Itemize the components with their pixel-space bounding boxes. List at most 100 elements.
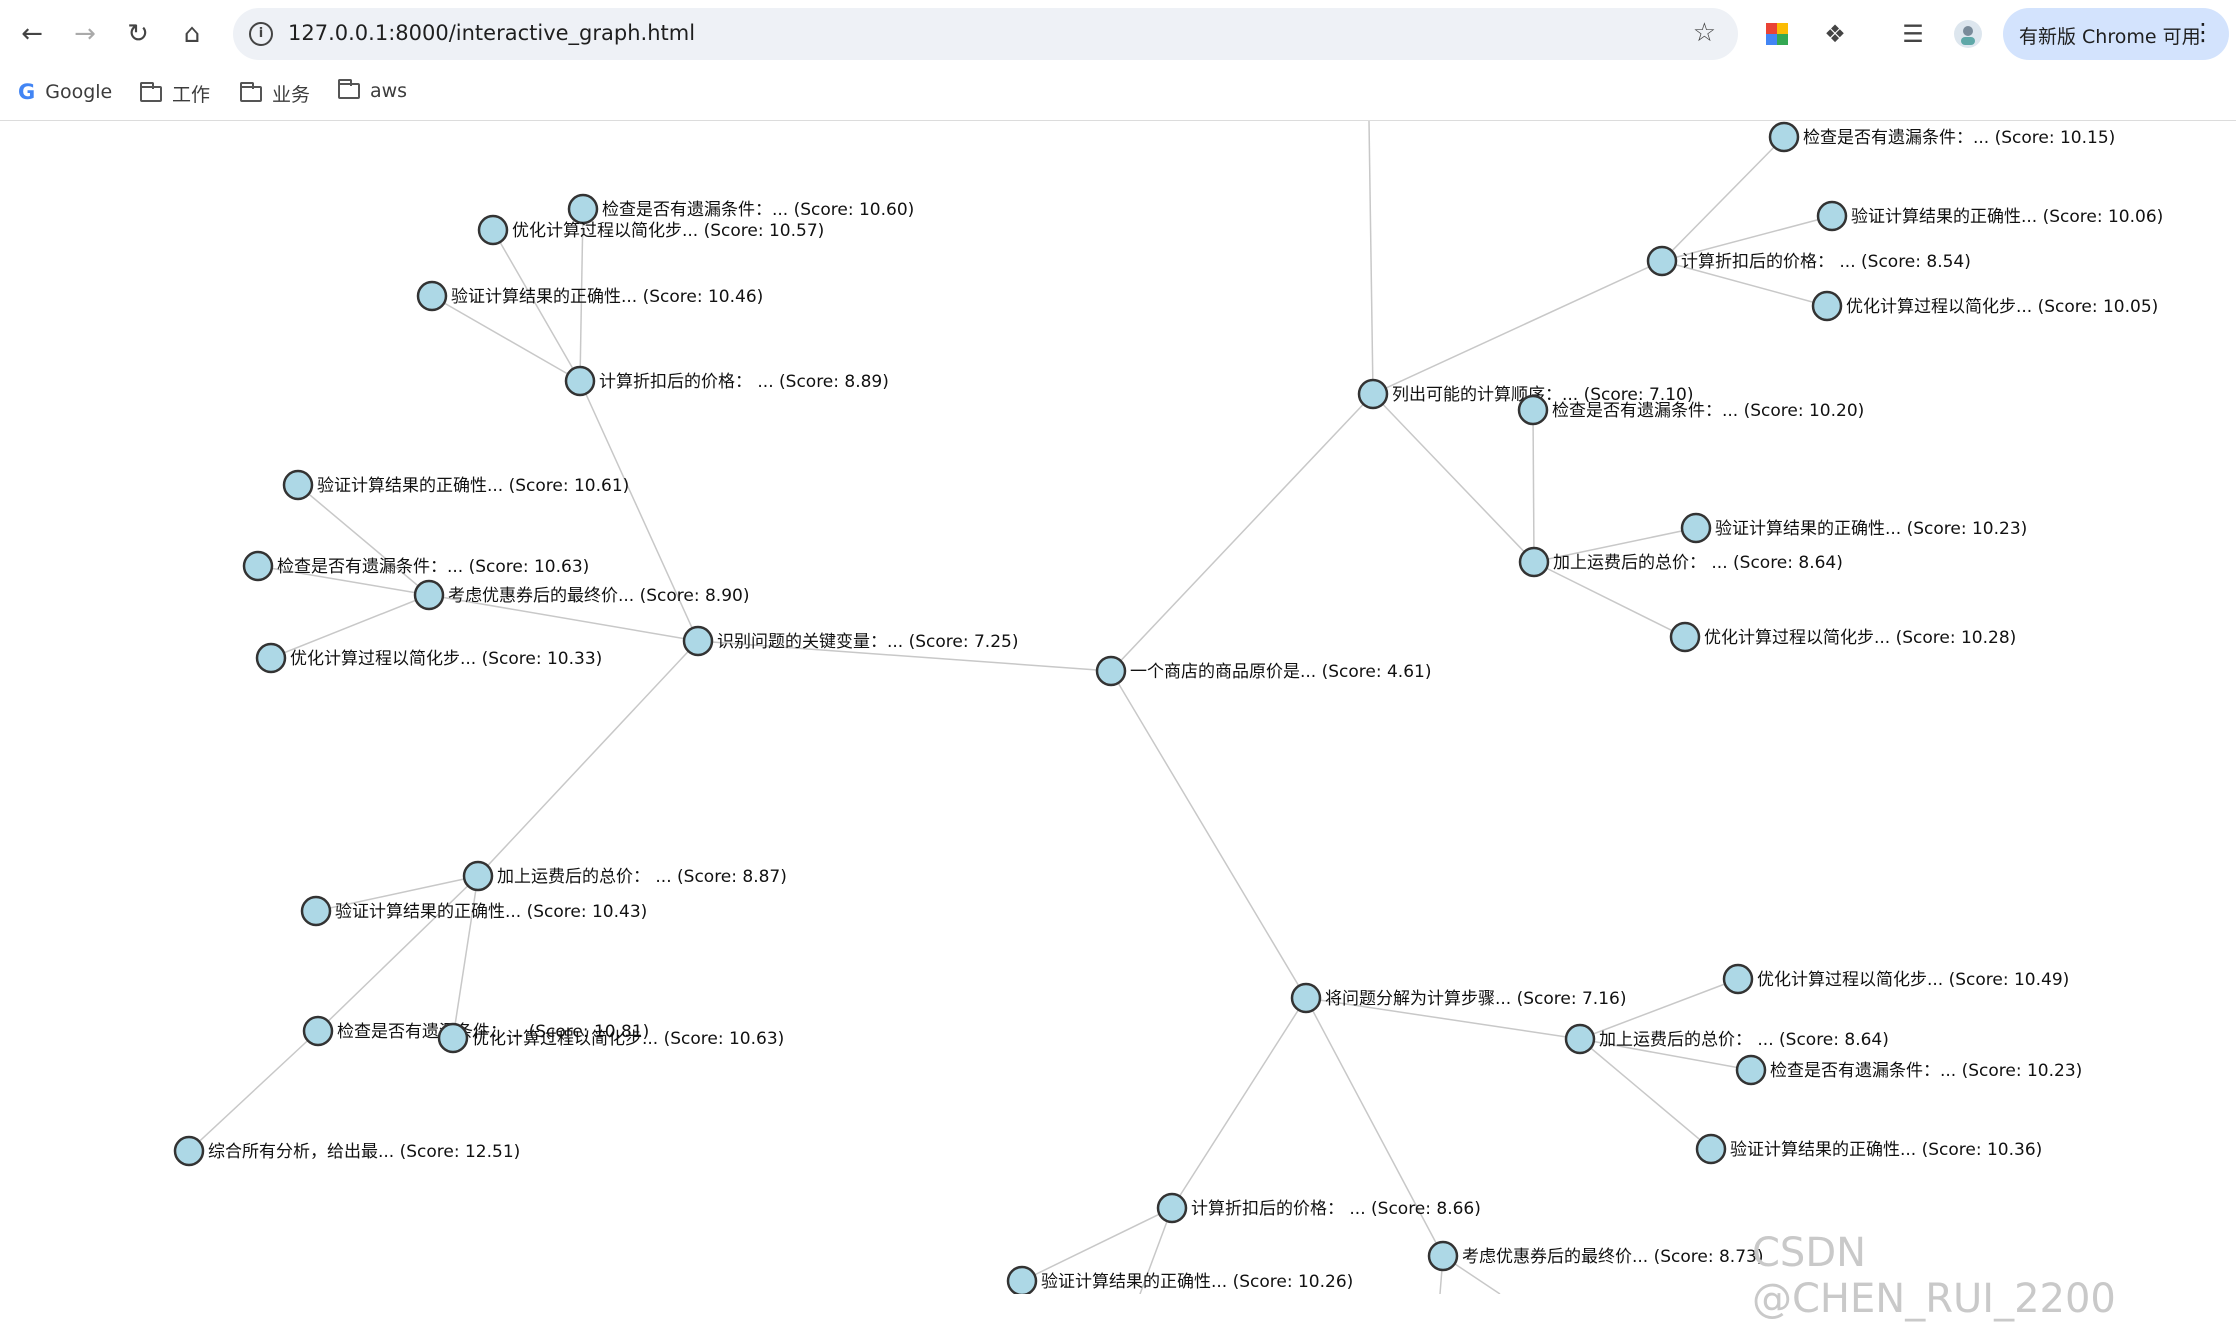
graph-node-label: 验证计算结果的正确性... (Score: 10.43) (335, 902, 647, 922)
reload-icon[interactable]: ↻ (118, 14, 158, 54)
graph-node-circle[interactable] (1811, 290, 1843, 322)
graph-node-label: 将问题分解为计算步骤... (Score: 7.16) (1325, 989, 1626, 1009)
bookmarks-bar: G Google 工作 业务 aws (0, 68, 2236, 121)
graph-node-circle[interactable] (413, 579, 445, 611)
folder-icon (338, 79, 360, 99)
address-bar[interactable]: i 127.0.0.1:8000/interactive_graph.html … (233, 8, 1738, 60)
bookmark-google[interactable]: G Google (18, 80, 112, 104)
home-icon[interactable]: ⌂ (172, 14, 212, 54)
graph-node-circle[interactable] (1517, 394, 1549, 426)
media-control-icon[interactable]: ☰ (1893, 14, 1933, 54)
graph-node[interactable]: 优化计算过程以简化步... (Score: 10.05) (1811, 290, 2158, 322)
graph-node[interactable]: 考虑优惠券后的最终价... (Score: 8.73) (1427, 1240, 1763, 1272)
graph-edge (1110, 393, 1374, 672)
graph-node[interactable]: 验证计算结果的正确性... (Score: 10.46) (416, 280, 763, 312)
graph-node-circle[interactable] (567, 193, 599, 225)
graph-node-circle[interactable] (416, 280, 448, 312)
extensions-puzzle-icon[interactable]: ❖ (1815, 14, 1855, 54)
graph-node-label: 检查是否有遗漏条件：... (Score: 10.60) (602, 200, 914, 220)
graph-node-circle[interactable] (1427, 1240, 1459, 1272)
graph-node-label: 检查是否有遗漏条件：... (Score: 10.23) (1770, 1061, 2082, 1081)
graph-node[interactable]: 识别问题的关键变量：... (Score: 7.25) (682, 625, 1018, 657)
back-icon[interactable]: ← (12, 14, 52, 54)
bookmark-folder-business[interactable]: 业务 (240, 80, 310, 107)
bookmark-star-icon[interactable]: ☆ (1693, 18, 1716, 48)
profile-avatar[interactable] (1948, 14, 1988, 54)
graph-node[interactable]: 加上运费后的总价： ... (Score: 8.87) (462, 860, 787, 892)
graph-node-circle[interactable] (1722, 963, 1754, 995)
graph-node-circle[interactable] (1695, 1133, 1727, 1165)
graph-edge (477, 640, 699, 877)
graph-node[interactable]: 优化计算过程以简化步... (Score: 10.33) (255, 642, 602, 674)
extension-colorful-icon[interactable] (1757, 14, 1797, 54)
graph-node-circle[interactable] (1564, 1023, 1596, 1055)
url-text[interactable]: 127.0.0.1:8000/interactive_graph.html (288, 21, 695, 45)
graph-node-label: 考虑优惠券后的最终价... (Score: 8.73) (1462, 1247, 1763, 1267)
graph-node-label: 综合所有分析，给出最... (Score: 12.51) (208, 1142, 520, 1162)
forward-icon[interactable]: → (65, 14, 105, 54)
graph-node[interactable]: 一个商店的商品原价是... (Score: 4.61) (1095, 655, 1431, 687)
graph-node[interactable]: 验证计算结果的正确性... (Score: 10.26) (1006, 1265, 1353, 1294)
graph-node-circle[interactable] (437, 1022, 469, 1054)
graph-node-circle[interactable] (564, 365, 596, 397)
graph-node[interactable]: 检查是否有遗漏条件：... (Score: 10.60) (567, 193, 914, 225)
graph-node[interactable]: 验证计算结果的正确性... (Score: 10.61) (282, 469, 629, 501)
graph-node[interactable]: 计算折扣后的价格： ... (Score: 8.54) (1646, 245, 1971, 277)
graph-node[interactable]: 优化计算过程以简化步... (Score: 10.57) (477, 214, 824, 246)
interactive-graph[interactable]: 一个商店的商品原价是... (Score: 4.61) 识别问题的关键变量：...… (0, 121, 2236, 1294)
graph-node[interactable]: 验证计算结果的正确性... (Score: 10.23) (1680, 512, 2027, 544)
graph-node-circle[interactable] (1095, 655, 1127, 687)
graph-node-label: 识别问题的关键变量：... (Score: 7.25) (717, 632, 1018, 652)
graph-node-circle[interactable] (1735, 1054, 1767, 1086)
graph-node-label: 验证计算结果的正确性... (Score: 10.61) (317, 476, 629, 496)
chrome-update-button[interactable]: 有新版 Chrome 可用 ⋮ (2003, 8, 2229, 60)
graph-node-circle[interactable] (682, 625, 714, 657)
graph-node-circle[interactable] (462, 860, 494, 892)
graph-node[interactable]: 验证计算结果的正确性... (Score: 10.06) (1816, 200, 2163, 232)
graph-node-circle[interactable] (477, 214, 509, 246)
graph-node-circle[interactable] (1357, 378, 1389, 410)
graph-node[interactable]: 考虑优惠券后的最终价... (Score: 8.90) (413, 579, 749, 611)
graph-node-circle[interactable] (1768, 121, 1800, 153)
graph-node-circle[interactable] (242, 550, 274, 582)
graph-node-circle[interactable] (255, 642, 287, 674)
graph-node-circle[interactable] (173, 1135, 205, 1167)
graph-node[interactable]: 优化计算过程以简化步... (Score: 10.63) (437, 1022, 784, 1054)
graph-node[interactable]: 优化计算过程以简化步... (Score: 10.49) (1722, 963, 2069, 995)
bookmark-label: aws (370, 80, 408, 102)
graph-node-circle[interactable] (282, 469, 314, 501)
graph-node[interactable]: 检查是否有遗漏条件：... (Score: 10.15) (1768, 121, 2115, 153)
graph-node[interactable]: 计算折扣后的价格： ... (Score: 8.66) (1156, 1192, 1481, 1224)
graph-edge (1372, 260, 1663, 395)
graph-node-label: 验证计算结果的正确性... (Score: 10.46) (451, 287, 763, 307)
bookmark-folder-work[interactable]: 工作 (140, 80, 210, 107)
graph-node[interactable]: 将问题分解为计算步骤... (Score: 7.16) (1290, 982, 1626, 1014)
graph-node-circle[interactable] (300, 895, 332, 927)
graph-node-circle[interactable] (1816, 200, 1848, 232)
graph-node[interactable]: 优化计算过程以简化步... (Score: 10.28) (1669, 621, 2016, 653)
graph-node-circle[interactable] (1646, 245, 1678, 277)
bookmark-label: 业务 (272, 84, 311, 106)
more-menu-icon[interactable]: ⋮ (2191, 18, 2215, 46)
graph-node[interactable]: 加上运费后的总价： ... (Score: 8.64) (1564, 1023, 1889, 1055)
graph-node-circle[interactable] (1006, 1265, 1038, 1294)
graph-node[interactable]: 加上运费后的总价： ... (Score: 8.64) (1518, 546, 1843, 578)
graph-node-circle[interactable] (1290, 982, 1322, 1014)
bookmark-folder-aws[interactable]: aws (338, 79, 408, 102)
graph-node[interactable]: 检查是否有遗漏条件：... (Score: 10.23) (1735, 1054, 2082, 1086)
graph-node-circle[interactable] (1518, 546, 1550, 578)
graph-node-circle[interactable] (1156, 1192, 1188, 1224)
graph-node[interactable]: 验证计算结果的正确性... (Score: 10.36) (1695, 1133, 2042, 1165)
site-info-icon[interactable]: i (249, 22, 273, 46)
graph-node-circle[interactable] (302, 1015, 334, 1047)
graph-node-circle[interactable] (1669, 621, 1701, 653)
graph-node-circle[interactable] (1680, 512, 1712, 544)
graph-edge (188, 1030, 319, 1152)
graph-node[interactable]: 检查是否有遗漏条件：... (Score: 10.63) (242, 550, 589, 582)
graph-node[interactable]: 验证计算结果的正确性... (Score: 10.43) (300, 895, 647, 927)
graph-edge (1533, 561, 1686, 638)
graph-node[interactable]: 综合所有分析，给出最... (Score: 12.51) (173, 1135, 520, 1167)
graph-node[interactable]: 计算折扣后的价格： ... (Score: 8.89) (564, 365, 889, 397)
graph-node-label: 计算折扣后的价格： ... (Score: 8.89) (599, 372, 889, 392)
graph-node[interactable]: 检查是否有遗漏条件：... (Score: 10.20) (1517, 394, 1864, 426)
